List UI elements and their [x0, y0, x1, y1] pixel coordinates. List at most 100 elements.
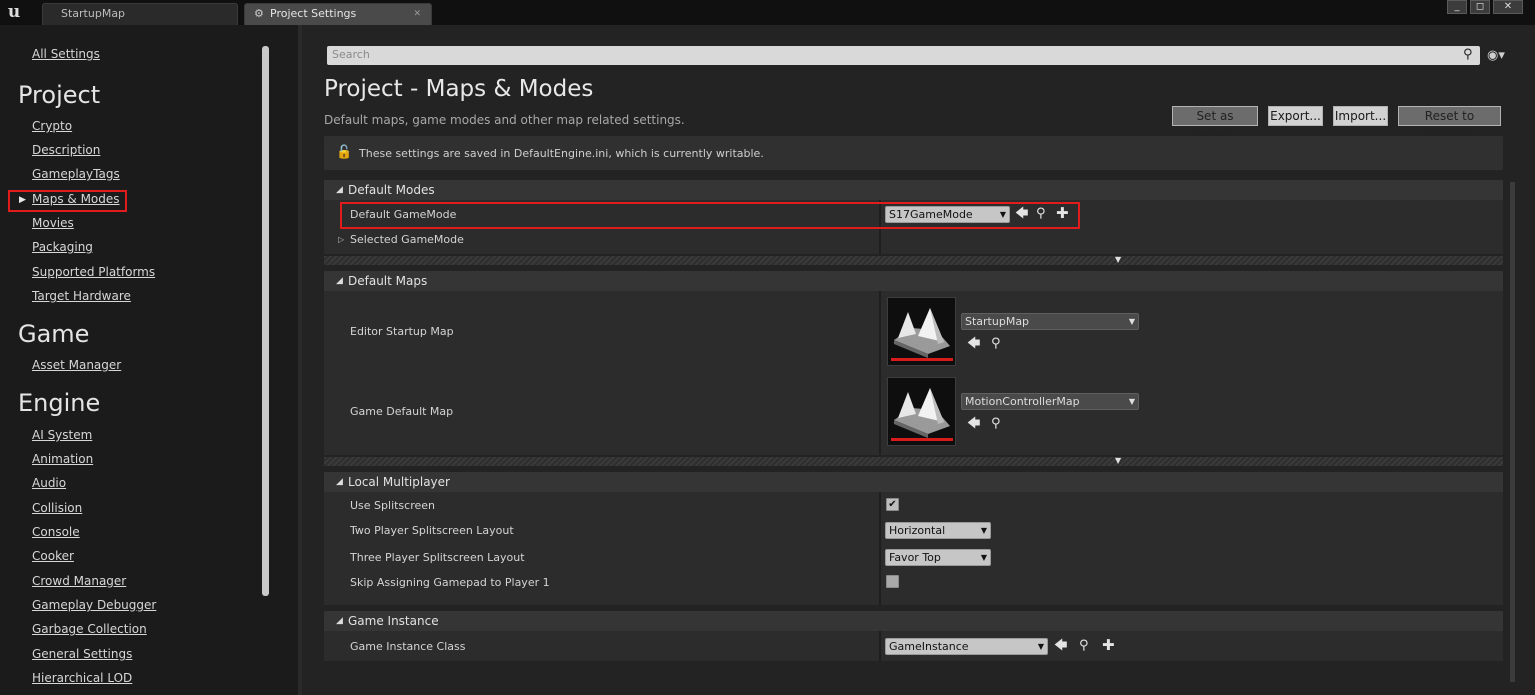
section-title: Game Instance	[348, 614, 439, 628]
chevron-down-icon: ▼	[980, 553, 987, 562]
game-default-map-label: Game Default Map	[350, 405, 454, 418]
main-scrollbar[interactable]	[1510, 182, 1515, 682]
chevron-down-icon: ▼	[999, 210, 1006, 219]
arrow-left-icon[interactable]: 🡄	[967, 337, 980, 351]
chevron-down-icon: ▼	[1128, 397, 1135, 406]
config-notice: 🔓 These settings are saved in DefaultEng…	[324, 136, 1503, 170]
tab-startupmap[interactable]: StartupMap	[42, 3, 238, 25]
search-icon[interactable]: ⚲	[1036, 207, 1046, 221]
sidebar-item-crowd-manager[interactable]: Crowd Manager	[32, 574, 126, 588]
close-tab-icon[interactable]: ✕	[413, 4, 421, 24]
section-header-default-maps[interactable]: ◢ Default Maps	[324, 271, 1503, 291]
three-player-layout-combo[interactable]: Favor Top ▼	[885, 549, 991, 566]
sidebar-category-project: Project	[18, 81, 101, 109]
arrow-left-icon[interactable]: 🡄	[1054, 639, 1067, 653]
selected-gamemode-label[interactable]: Selected GameMode	[350, 233, 464, 246]
sidebar-item-crypto[interactable]: Crypto	[32, 119, 72, 133]
plus-icon[interactable]: ✚	[1102, 638, 1115, 653]
combo-value: MotionControllerMap	[965, 395, 1080, 408]
asset-type-bar	[891, 358, 953, 361]
sidebar-item-animation[interactable]: Animation	[32, 452, 93, 466]
asset-type-bar	[891, 438, 953, 441]
advanced-expander[interactable]: ▼	[324, 255, 1503, 265]
arrow-left-icon[interactable]: 🡄	[967, 417, 980, 431]
collapse-arrow-icon: ◢	[336, 616, 343, 626]
sidebar-item-supported-platforms[interactable]: Supported Platforms	[32, 265, 155, 279]
page-subtitle: Default maps, game modes and other map r…	[324, 113, 685, 127]
skip-gamepad-label: Skip Assigning Gamepad to Player 1	[350, 576, 550, 589]
plus-icon[interactable]: ✚	[1056, 206, 1069, 221]
sidebar-item-garbage-collection[interactable]: Garbage Collection	[32, 622, 147, 636]
check-icon: ✔	[888, 499, 897, 510]
sidebar-item-maps-modes[interactable]: Maps & Modes	[32, 192, 120, 206]
reset-to-defaults-button[interactable]: Reset to Defaults	[1398, 106, 1501, 141]
search-icon[interactable]: ⚲	[991, 337, 1001, 351]
eye-icon[interactable]: ◉▾	[1487, 48, 1505, 63]
section-title: Default Maps	[348, 274, 428, 288]
sidebar-item-target-hardware[interactable]: Target Hardware	[32, 289, 131, 303]
tab-project-settings[interactable]: ⚙ Project Settings ✕	[244, 3, 432, 25]
chevron-down-icon: ▼	[980, 526, 987, 535]
search-icon[interactable]: ⚲	[1079, 639, 1089, 653]
selected-arrow-icon: ▶	[19, 195, 26, 205]
map-thumbnail[interactable]	[887, 297, 956, 366]
sidebar-item-description[interactable]: Description	[32, 143, 100, 157]
set-as-default-button[interactable]: Set as Default	[1172, 106, 1258, 141]
skip-gamepad-checkbox[interactable]	[886, 575, 899, 588]
import-button[interactable]: Import...	[1333, 106, 1388, 126]
tab-label: StartupMap	[61, 7, 126, 20]
search-icon[interactable]: ⚲	[1463, 47, 1473, 62]
two-player-layout-combo[interactable]: Horizontal ▼	[885, 522, 991, 539]
sidebar-item-collision[interactable]: Collision	[32, 501, 82, 515]
column-divider	[879, 631, 881, 661]
search-input[interactable]: Search	[332, 48, 370, 61]
two-player-layout-label: Two Player Splitscreen Layout	[350, 524, 514, 537]
search-box[interactable]: Search ⚲	[327, 46, 1480, 65]
sidebar-scrollbar[interactable]	[262, 46, 269, 596]
section-title: Local Multiplayer	[348, 475, 450, 489]
combo-value: Horizontal	[889, 524, 946, 537]
close-window-button[interactable]: ✕	[1493, 0, 1523, 14]
default-gamemode-combo[interactable]: S17GameMode ▼	[885, 206, 1010, 223]
sidebar-item-packaging[interactable]: Packaging	[32, 240, 93, 254]
gear-icon: ⚙	[254, 7, 264, 20]
combo-value: S17GameMode	[889, 208, 973, 221]
chevron-down-icon: ▼	[1128, 317, 1135, 326]
sidebar-item-gameplaytags[interactable]: GameplayTags	[32, 167, 120, 181]
chevron-down-icon: ▼	[1115, 456, 1122, 465]
search-icon[interactable]: ⚲	[991, 417, 1001, 431]
arrow-left-icon[interactable]: 🡄	[1015, 207, 1028, 221]
collapse-arrow-icon: ◢	[336, 477, 343, 487]
unreal-logo-icon[interactable]: u	[3, 2, 25, 22]
sidebar-item-movies[interactable]: Movies	[32, 216, 74, 230]
sidebar-item-gameplay-debugger[interactable]: Gameplay Debugger	[32, 598, 156, 612]
expand-arrow-icon[interactable]: ▷	[338, 233, 344, 247]
sidebar-item-console[interactable]: Console	[32, 525, 80, 539]
use-splitscreen-checkbox[interactable]: ✔	[886, 498, 899, 511]
game-default-map-combo[interactable]: MotionControllerMap ▼	[961, 393, 1139, 410]
section-header-default-modes[interactable]: ◢ Default Modes	[324, 180, 1503, 200]
collapse-arrow-icon: ◢	[336, 276, 343, 286]
map-thumbnail[interactable]	[887, 377, 956, 446]
notice-text: These settings are saved in DefaultEngin…	[359, 147, 764, 160]
section-header-game-instance[interactable]: ◢ Game Instance	[324, 611, 1503, 631]
sidebar-item-hierarchical-lod[interactable]: Hierarchical LOD	[32, 671, 132, 685]
section-header-local-multiplayer[interactable]: ◢ Local Multiplayer	[324, 472, 1503, 492]
sidebar-all-settings[interactable]: All Settings	[32, 47, 100, 61]
editor-startup-map-label: Editor Startup Map	[350, 325, 454, 338]
sidebar-item-ai-system[interactable]: AI System	[32, 428, 92, 442]
advanced-expander[interactable]: ▼	[324, 456, 1503, 466]
three-player-layout-label: Three Player Splitscreen Layout	[350, 551, 525, 564]
sidebar-item-audio[interactable]: Audio	[32, 476, 66, 490]
game-instance-class-combo[interactable]: GameInstance ▼	[885, 638, 1048, 655]
sidebar-item-general-settings[interactable]: General Settings	[32, 647, 132, 661]
chevron-down-icon: ▼	[1115, 255, 1122, 264]
editor-startup-map-combo[interactable]: StartupMap ▼	[961, 313, 1139, 330]
sidebar-item-asset-manager[interactable]: Asset Manager	[32, 358, 121, 372]
sidebar-item-cooker[interactable]: Cooker	[32, 549, 74, 563]
map-thumbnail-image	[894, 388, 950, 438]
minimize-button[interactable]: _	[1447, 0, 1467, 14]
export-button[interactable]: Export...	[1268, 106, 1323, 126]
sidebar-category-engine: Engine	[18, 389, 101, 417]
maximize-button[interactable]: ◻	[1470, 0, 1490, 14]
